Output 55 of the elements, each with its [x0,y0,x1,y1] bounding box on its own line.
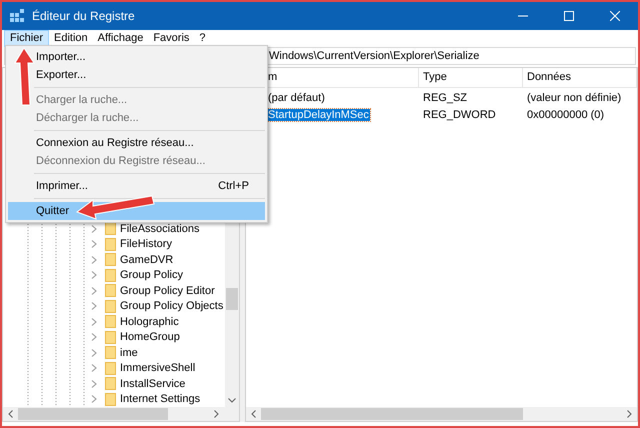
value-name: StartupDelayInMSec [267,109,370,122]
tree-item[interactable]: InstallService [3,376,225,392]
tree-item[interactable]: HomeGroup [3,330,225,345]
folder-icon [105,222,116,236]
value-type: REG_DWORD [422,108,497,124]
value-data: 0x00000000 (0) [526,108,606,124]
column-header[interactable]: Type [419,68,523,87]
pointer-arrow [14,47,36,107]
tree-item[interactable]: Internet Settings [3,392,225,407]
folder-icon [105,268,116,282]
value-type: REG_SZ [422,91,468,106]
folder-icon [105,377,116,390]
folder-icon [105,300,116,313]
folder-icon [105,284,116,298]
tree-item[interactable]: GameDVR [3,252,225,268]
window-title: Éditeur du Registre [32,8,135,25]
scrollbar-thumb[interactable] [226,288,238,310]
tree-item[interactable]: Group Policy [3,268,225,283]
scroll-right-icon[interactable] [627,410,632,418]
scroll-left-icon[interactable] [251,410,256,418]
tree-item[interactable]: ime [3,345,225,360]
menu-item[interactable]: Favoris [148,30,194,47]
tree-item[interactable]: FileHistory [3,236,225,252]
address-text: Windows\CurrentVersion\Explorer\Serialize [269,48,480,64]
tree-item[interactable]: Group Policy Objects [3,298,225,314]
tree-item[interactable]: Holographic [3,314,225,330]
folder-icon [105,238,116,251]
menu-entry[interactable]: Imprimer... Ctrl+P [8,177,265,195]
horizontal-scrollbar[interactable] [246,407,637,421]
folder-icon [105,330,116,344]
menu-entry[interactable]: Connexion au Registre réseau... [8,134,265,152]
scroll-right-icon[interactable] [214,410,219,418]
scrollbar-thumb[interactable] [261,408,523,420]
folder-icon [105,362,116,375]
tree-item[interactable]: FileAssociations [3,221,225,236]
menu-item[interactable]: Affichage [92,30,148,47]
tree-item[interactable]: ImmersiveShell [3,360,225,376]
maximize-icon [564,11,574,21]
folder-icon [105,346,116,360]
scroll-left-icon[interactable] [8,410,13,418]
scroll-down-icon[interactable] [228,398,236,403]
menu-entry[interactable]: Importer... [8,48,265,66]
folder-icon [105,315,116,328]
folder-icon [105,253,116,266]
folder-icon [105,392,116,406]
tree-item[interactable]: Group Policy Editor [3,283,225,298]
menu-item[interactable]: ? [194,30,211,47]
close-icon [610,11,620,21]
column-header[interactable]: Données [523,68,637,87]
horizontal-scrollbar[interactable] [3,407,239,421]
value-name: (par défaut) [267,92,326,104]
value-data: (valeur non définie) [526,91,622,106]
scrollbar-thumb[interactable] [18,408,168,420]
registry-icon [10,9,24,23]
menu-item[interactable]: Edition [49,30,93,47]
